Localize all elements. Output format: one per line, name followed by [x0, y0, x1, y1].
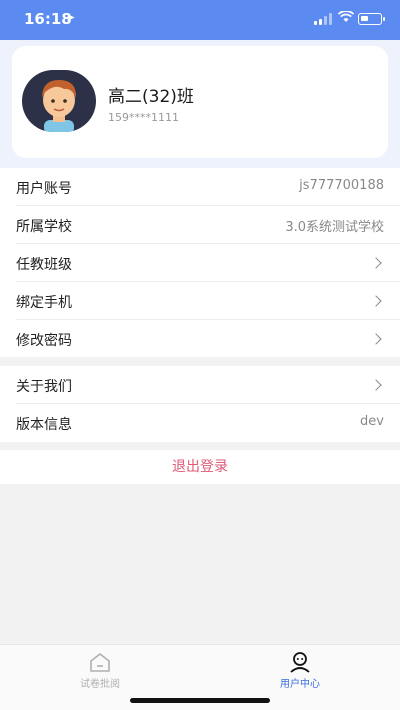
- profile-class-name: 高二(32)班: [108, 87, 194, 107]
- about-label: 版本信息: [16, 417, 72, 433]
- setting-value: js777700188: [299, 178, 384, 193]
- cartoon-boy-avatar-icon: [42, 80, 77, 132]
- chevron-right-icon: [370, 295, 382, 307]
- about-section: 关于我们 版本信息 dev: [0, 366, 400, 442]
- user-icon: [288, 651, 312, 673]
- logout-button[interactable]: 退出登录: [0, 450, 400, 484]
- about-row-version: 版本信息 dev: [16, 404, 400, 442]
- wifi-icon: [337, 10, 355, 27]
- battery-icon: [358, 13, 385, 25]
- setting-label: 任教班级: [16, 257, 72, 273]
- chevron-right-icon: [370, 257, 382, 269]
- profile-card[interactable]: 高二(32)班 159****1111: [12, 46, 388, 158]
- chevron-right-icon: [370, 379, 382, 391]
- setting-value: 3.0系统测试学校: [285, 220, 384, 235]
- tab-label: 试卷批阅: [80, 679, 120, 690]
- setting-label: 用户账号: [16, 181, 72, 197]
- home-icon: [88, 651, 112, 673]
- settings-section: 用户账号 js777700188 所属学校 3.0系统测试学校 任教班级 绑定手…: [0, 168, 400, 357]
- status-bar: 16:18 ➤: [0, 0, 400, 40]
- setting-label: 修改密码: [16, 333, 72, 349]
- setting-label: 所属学校: [16, 219, 72, 235]
- setting-label: 绑定手机: [16, 295, 72, 311]
- setting-row-account: 用户账号 js777700188: [16, 168, 400, 206]
- status-time: 16:18: [24, 10, 72, 28]
- setting-row-classes[interactable]: 任教班级: [16, 244, 400, 282]
- setting-row-bind-phone[interactable]: 绑定手机: [16, 282, 400, 320]
- about-row-about-us[interactable]: 关于我们: [16, 366, 400, 404]
- profile-phone: 159****1111: [108, 111, 179, 124]
- chevron-right-icon: [370, 333, 382, 345]
- avatar: [22, 70, 96, 132]
- home-indicator: [130, 698, 270, 703]
- signal-icon: [314, 13, 332, 25]
- location-arrow-icon: ➤: [66, 11, 76, 24]
- tab-user-center[interactable]: 用户中心: [255, 649, 345, 690]
- version-value: dev: [360, 414, 384, 429]
- setting-row-change-password[interactable]: 修改密码: [16, 320, 400, 358]
- logout-section: 退出登录: [0, 450, 400, 484]
- setting-row-school: 所属学校 3.0系统测试学校: [16, 206, 400, 244]
- about-label: 关于我们: [16, 379, 72, 395]
- tab-paper-review[interactable]: 试卷批阅: [55, 649, 145, 690]
- tab-label: 用户中心: [280, 679, 320, 690]
